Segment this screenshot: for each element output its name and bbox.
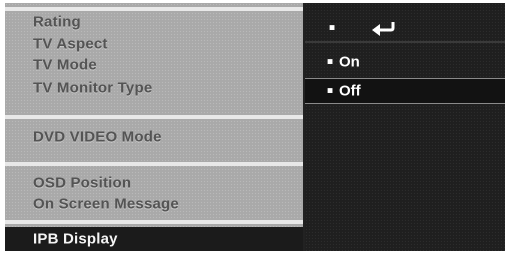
osd-screen: Rating TV Aspect TV Mode TV Monitor Type… — [5, 3, 505, 251]
menu-item-osd-position[interactable]: OSD Position — [5, 171, 303, 195]
menu-item-label: DVD VIDEO Mode — [33, 128, 162, 146]
bullet-icon: ■ — [327, 85, 334, 97]
menu-item-dvd-video-mode[interactable]: DVD VIDEO Mode — [5, 125, 303, 149]
menu-item-label: Rating — [33, 13, 81, 31]
menu-item-rating[interactable]: Rating — [5, 8, 303, 36]
option-on[interactable]: ■ On — [305, 51, 505, 73]
return-option[interactable]: ■ — [305, 17, 505, 39]
bullet-icon: ■ — [329, 22, 336, 34]
options-panel: ■ ■ On ■ Off — [305, 3, 505, 251]
bullet-icon: ■ — [327, 56, 334, 68]
option-label: Off — [339, 82, 361, 100]
settings-menu: Rating TV Aspect TV Mode TV Monitor Type… — [5, 3, 303, 251]
option-off[interactable]: ■ Off — [305, 78, 505, 104]
menu-item-ipb-display[interactable]: IPB Display — [5, 227, 303, 251]
menu-item-tv-monitor-type[interactable]: TV Monitor Type — [5, 76, 303, 100]
option-divider — [305, 41, 505, 43]
menu-item-label: TV Aspect — [33, 35, 108, 53]
menu-item-on-screen-message[interactable]: On Screen Message — [5, 193, 303, 215]
menu-item-label: TV Monitor Type — [33, 79, 153, 97]
menu-divider — [5, 220, 303, 224]
menu-item-label: TV Mode — [33, 56, 97, 74]
return-arrow-icon — [372, 22, 395, 36]
option-label: On — [339, 53, 360, 71]
menu-item-label: On Screen Message — [33, 195, 179, 213]
menu-divider — [5, 162, 303, 166]
menu-item-tv-aspect[interactable]: TV Aspect — [5, 33, 303, 55]
menu-item-label: OSD Position — [33, 174, 132, 192]
menu-item-tv-mode[interactable]: TV Mode — [5, 54, 303, 76]
menu-item-label: IPB Display — [33, 230, 118, 248]
menu-divider — [5, 115, 303, 119]
